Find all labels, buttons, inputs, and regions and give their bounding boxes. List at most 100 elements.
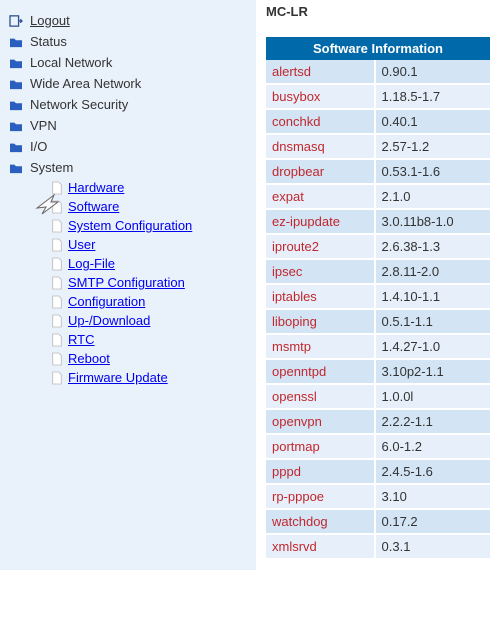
software-version: 0.53.1-1.6 xyxy=(374,160,490,185)
subnav-item-updownload[interactable]: Up-/Download xyxy=(50,311,248,330)
nav-item-wan[interactable]: Wide Area Network xyxy=(8,73,248,94)
subnav-item-reboot[interactable]: Reboot xyxy=(50,349,248,368)
software-name: dnsmasq xyxy=(266,135,374,160)
nav-label-vpn: VPN xyxy=(30,117,57,135)
software-version: 0.3.1 xyxy=(374,535,490,560)
subnav-link-config[interactable]: Configuration xyxy=(68,294,145,309)
subnav-link-updownload[interactable]: Up-/Download xyxy=(68,313,150,328)
software-name: openssl xyxy=(266,385,374,410)
table-row: expat2.1.0 xyxy=(266,185,490,210)
table-row: ipsec2.8.11-2.0 xyxy=(266,260,490,285)
file-icon xyxy=(50,256,64,272)
table-row: liboping0.5.1-1.1 xyxy=(266,310,490,335)
table-row: ez-ipupdate3.0.11b8-1.0 xyxy=(266,210,490,235)
file-icon xyxy=(50,313,64,329)
nav-label-status: Status xyxy=(30,33,67,51)
software-version: 1.18.5-1.7 xyxy=(374,85,490,110)
file-icon xyxy=(50,180,64,196)
software-version: 3.0.11b8-1.0 xyxy=(374,210,490,235)
software-name: rp-pppoe xyxy=(266,485,374,510)
software-version: 0.5.1-1.1 xyxy=(374,310,490,335)
software-name: conchkd xyxy=(266,110,374,135)
software-version: 1.4.27-1.0 xyxy=(374,335,490,360)
folder-icon xyxy=(8,98,24,112)
software-name: dropbear xyxy=(266,160,374,185)
software-name: busybox xyxy=(266,85,374,110)
software-name: xmlsrvd xyxy=(266,535,374,560)
software-version: 2.2.2-1.1 xyxy=(374,410,490,435)
subnav-item-sysconfig[interactable]: System Configuration xyxy=(50,216,248,235)
software-version: 2.57-1.2 xyxy=(374,135,490,160)
file-icon xyxy=(50,237,64,253)
software-version: 0.90.1 xyxy=(374,60,490,85)
nav-item-system[interactable]: System xyxy=(8,157,248,178)
software-version: 2.6.38-1.3 xyxy=(374,235,490,260)
nav-item-io[interactable]: I/O xyxy=(8,136,248,157)
software-name: msmtp xyxy=(266,335,374,360)
folder-icon xyxy=(8,35,24,49)
subnav-item-logfile[interactable]: Log-File xyxy=(50,254,248,273)
table-row: conchkd0.40.1 xyxy=(266,110,490,135)
file-icon xyxy=(50,199,64,215)
nav-label-system: System xyxy=(30,159,73,177)
software-version: 6.0-1.2 xyxy=(374,435,490,460)
nav-label-local-network: Local Network xyxy=(30,54,112,72)
nav-label-io: I/O xyxy=(30,138,47,156)
file-icon xyxy=(50,351,64,367)
software-version: 2.1.0 xyxy=(374,185,490,210)
file-icon xyxy=(50,370,64,386)
folder-icon xyxy=(8,119,24,133)
sidebar: Logout Status Local Network xyxy=(0,0,256,570)
nav-item-local-network[interactable]: Local Network xyxy=(8,52,248,73)
nav-item-status[interactable]: Status xyxy=(8,31,248,52)
software-version: 0.40.1 xyxy=(374,110,490,135)
software-name: openntpd xyxy=(266,360,374,385)
nav-label-security: Network Security xyxy=(30,96,128,114)
software-name: iptables xyxy=(266,285,374,310)
software-version: 2.8.11-2.0 xyxy=(374,260,490,285)
file-icon xyxy=(50,294,64,310)
folder-open-icon xyxy=(8,161,24,175)
software-name: expat xyxy=(266,185,374,210)
file-icon xyxy=(50,218,64,234)
subnav-item-firmware[interactable]: Firmware Update xyxy=(50,368,248,387)
subnav-item-user[interactable]: User xyxy=(50,235,248,254)
table-row: msmtp1.4.27-1.0 xyxy=(266,335,490,360)
subnav-item-software[interactable]: Software xyxy=(50,197,248,216)
subnav-link-hardware[interactable]: Hardware xyxy=(68,180,124,195)
software-name: alertsd xyxy=(266,60,374,85)
nav-link-logout[interactable]: Logout xyxy=(30,12,70,30)
subnav-link-smtp[interactable]: SMTP Configuration xyxy=(68,275,185,290)
software-name: ipsec xyxy=(266,260,374,285)
subnav-link-user[interactable]: User xyxy=(68,237,95,252)
software-name: liboping xyxy=(266,310,374,335)
software-table: Software Information alertsd0.90.1busybo… xyxy=(266,37,490,560)
table-row: openntpd3.10p2-1.1 xyxy=(266,360,490,385)
subnav-link-software[interactable]: Software xyxy=(68,199,119,214)
subnav-link-logfile[interactable]: Log-File xyxy=(68,256,115,271)
subnav-link-firmware[interactable]: Firmware Update xyxy=(68,370,168,385)
subnav-item-hardware[interactable]: Hardware xyxy=(50,178,248,197)
nav-label-wan: Wide Area Network xyxy=(30,75,141,93)
nav-item-security[interactable]: Network Security xyxy=(8,94,248,115)
main-content: MC-LR Software Information alertsd0.90.1… xyxy=(256,0,500,570)
software-version: 2.4.5-1.6 xyxy=(374,460,490,485)
table-row: xmlsrvd0.3.1 xyxy=(266,535,490,560)
table-row: iptables1.4.10-1.1 xyxy=(266,285,490,310)
folder-icon xyxy=(8,140,24,154)
subnav-item-smtp[interactable]: SMTP Configuration xyxy=(50,273,248,292)
table-row: openvpn2.2.2-1.1 xyxy=(266,410,490,435)
table-row: iproute22.6.38-1.3 xyxy=(266,235,490,260)
table-row: portmap6.0-1.2 xyxy=(266,435,490,460)
software-version: 1.0.0l xyxy=(374,385,490,410)
nav-item-vpn[interactable]: VPN xyxy=(8,115,248,136)
subnav-link-sysconfig[interactable]: System Configuration xyxy=(68,218,192,233)
subnav-link-reboot[interactable]: Reboot xyxy=(68,351,110,366)
folder-icon xyxy=(8,77,24,91)
software-name: portmap xyxy=(266,435,374,460)
subnav-item-config[interactable]: Configuration xyxy=(50,292,248,311)
table-row: busybox1.18.5-1.7 xyxy=(266,85,490,110)
subnav-item-rtc[interactable]: RTC xyxy=(50,330,248,349)
nav-item-logout[interactable]: Logout xyxy=(8,10,248,31)
subnav-link-rtc[interactable]: RTC xyxy=(68,332,94,347)
